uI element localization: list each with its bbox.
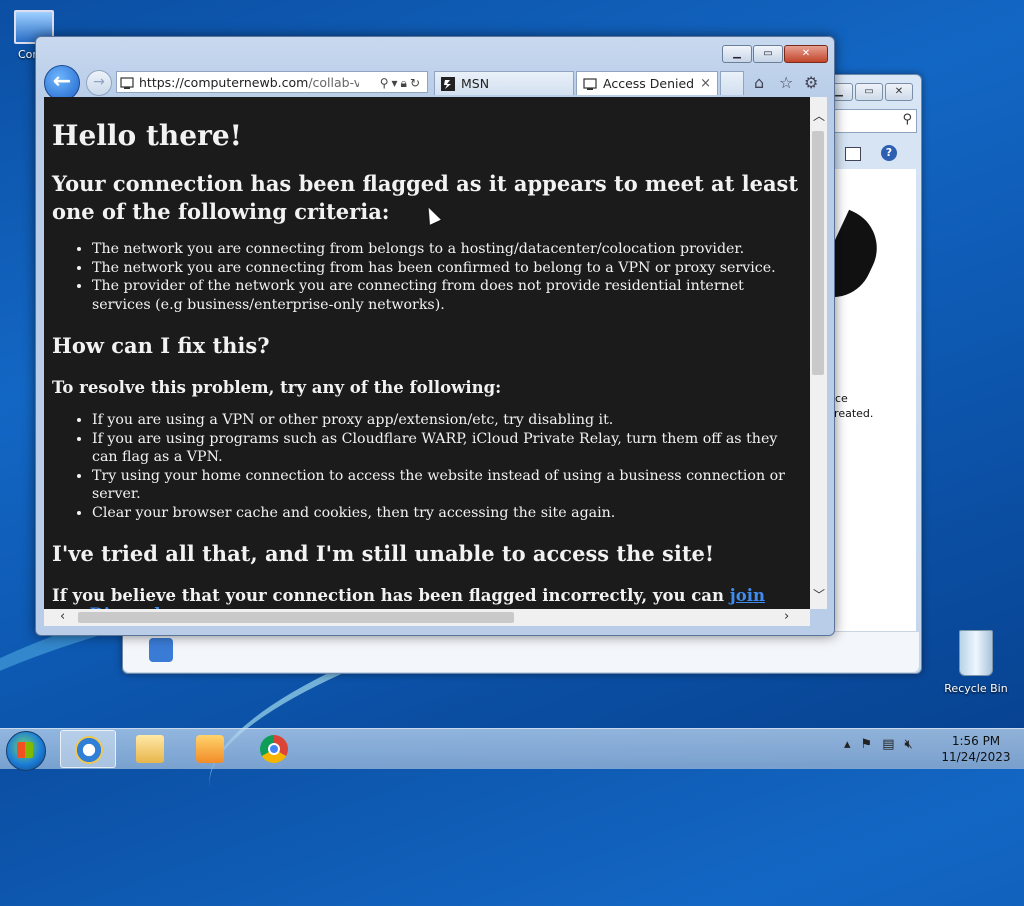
- page-icon: [583, 78, 597, 90]
- refresh-icon[interactable]: ↻: [410, 76, 423, 90]
- lock-icon[interactable]: 🔒︎: [401, 76, 410, 90]
- page-content: Hello there! Your connection has been fl…: [44, 97, 810, 609]
- list-item: The network you are connecting from has …: [92, 259, 802, 278]
- close-button[interactable]: ✕: [885, 83, 913, 101]
- taskbar-chrome[interactable]: [246, 730, 302, 768]
- search-input[interactable]: ⚲: [823, 109, 917, 133]
- action-center-flag-icon[interactable]: ⚑: [861, 737, 873, 752]
- favorites-star-icon[interactable]: ☆: [779, 73, 793, 92]
- list-item: Clear your browser cache and cookies, th…: [92, 504, 802, 523]
- list-item: The network you are connecting from belo…: [92, 240, 802, 259]
- desktop-icon-label: Recycle Bin: [944, 682, 1008, 695]
- internet-explorer-icon: [75, 736, 103, 764]
- close-button[interactable]: ✕: [784, 45, 828, 63]
- windows-logo-icon: [17, 742, 33, 758]
- scroll-left-icon[interactable]: ‹: [60, 609, 65, 624]
- desktop-icon-recycle-bin[interactable]: Recycle Bin: [938, 630, 1014, 695]
- media-player-icon: [196, 735, 224, 763]
- vertical-scrollbar[interactable]: ︿ ﹀: [810, 97, 827, 609]
- taskbar-file-explorer[interactable]: [122, 730, 178, 768]
- clock-date: 11/24/2023: [941, 750, 1011, 764]
- chrome-icon: [260, 735, 288, 763]
- msn-icon: [441, 77, 455, 91]
- taskbar-media-player[interactable]: [182, 730, 238, 768]
- maximize-button[interactable]: ▭: [753, 45, 783, 63]
- fixes-list: If you are using a VPN or other proxy ap…: [52, 411, 802, 522]
- tab-close-icon[interactable]: ×: [700, 72, 711, 96]
- section-heading-tried: I've tried all that, and I'm still unabl…: [52, 541, 715, 566]
- home-icon[interactable]: ⌂: [754, 73, 764, 92]
- system-tray: ▴ ⚑ ▤ 🔇︎: [844, 737, 913, 752]
- help-icon[interactable]: ?: [881, 145, 897, 161]
- show-hidden-icons-icon[interactable]: ▴: [844, 737, 851, 752]
- taskbar-internet-explorer[interactable]: [60, 730, 116, 768]
- explorer-details-bar: [123, 631, 919, 672]
- arrow-right-icon: →: [93, 74, 105, 90]
- new-tab-button[interactable]: [720, 71, 744, 95]
- explorer-text-line: created.: [828, 407, 874, 420]
- dropdown-icon[interactable]: ▾: [392, 76, 401, 90]
- scroll-down-icon[interactable]: ﹀: [813, 586, 825, 603]
- discord-paragraph: If you believe that your connection has …: [52, 586, 802, 609]
- list-item: If you are using programs such as Cloudf…: [92, 430, 802, 467]
- address-bar[interactable]: https://computernewb.com/collab-vm/c ⚲▾🔒…: [116, 71, 428, 93]
- arrow-left-icon: ←: [52, 69, 72, 94]
- explorer-text-line: nce: [828, 392, 848, 405]
- browser-window[interactable]: ▁ ▭ ✕ ← → https://computernewb.com/colla…: [35, 36, 835, 636]
- explorer-text: nce created.: [828, 391, 914, 421]
- horizontal-scrollbar[interactable]: ‹ ›: [44, 609, 810, 626]
- forward-button[interactable]: →: [86, 70, 112, 96]
- minimize-button[interactable]: ▁: [722, 45, 752, 63]
- puzzle-icon: [149, 638, 173, 662]
- scroll-right-icon[interactable]: ›: [784, 609, 789, 624]
- gear-icon[interactable]: ⚙: [804, 73, 818, 92]
- url-path: /collab-vm/c: [308, 75, 359, 90]
- page-title: Hello there!: [52, 119, 242, 152]
- list-item: Try using your home connection to access…: [92, 467, 802, 504]
- recycle-bin-icon: [959, 630, 993, 676]
- system-clock[interactable]: 1:56 PM 11/24/2023: [936, 733, 1016, 765]
- network-icon[interactable]: ▤: [882, 737, 894, 752]
- list-item: The provider of the network you are conn…: [92, 277, 802, 314]
- volume-muted-icon[interactable]: 🔇︎: [904, 737, 912, 752]
- maximize-button[interactable]: ▭: [855, 83, 883, 101]
- tab-label: Access Denied: [603, 76, 695, 91]
- subheading-resolve: To resolve this problem, try any of the …: [52, 378, 502, 397]
- scroll-up-icon[interactable]: ︿: [813, 107, 825, 124]
- explorer-toolbar: ?: [823, 141, 915, 167]
- taskbar: ▴ ⚑ ▤ 🔇︎ 1:56 PM 11/24/2023: [0, 728, 1024, 771]
- start-button[interactable]: [6, 731, 46, 771]
- site-favicon-icon: [120, 77, 134, 89]
- folder-icon: [136, 735, 164, 763]
- preview-pane-icon[interactable]: [845, 147, 861, 161]
- list-item: If you are using a VPN or other proxy ap…: [92, 411, 802, 430]
- scroll-thumb[interactable]: [812, 131, 824, 375]
- tab-access-denied[interactable]: Access Denied ×: [576, 71, 718, 95]
- url-host: https://computernewb.com: [139, 75, 309, 90]
- back-button[interactable]: ←: [44, 65, 80, 101]
- window-controls: ▁ ▭ ✕: [722, 45, 828, 63]
- address-tools: ⚲▾🔒︎↻: [380, 72, 423, 94]
- tab-msn[interactable]: MSN: [434, 71, 574, 95]
- search-icon[interactable]: ⚲: [380, 76, 392, 90]
- window-controls: ▁ ▭ ✕: [825, 83, 913, 101]
- section-heading-fix: How can I fix this?: [52, 333, 270, 358]
- address-url: https://computernewb.com/collab-vm/c: [139, 72, 359, 94]
- discord-text: If you believe that your connection has …: [52, 586, 724, 605]
- search-icon: ⚲: [902, 112, 912, 127]
- tab-label: MSN: [461, 76, 490, 91]
- criteria-list: The network you are connecting from belo…: [52, 240, 802, 314]
- scroll-thumb[interactable]: [78, 612, 514, 623]
- clock-time: 1:56 PM: [951, 734, 1001, 748]
